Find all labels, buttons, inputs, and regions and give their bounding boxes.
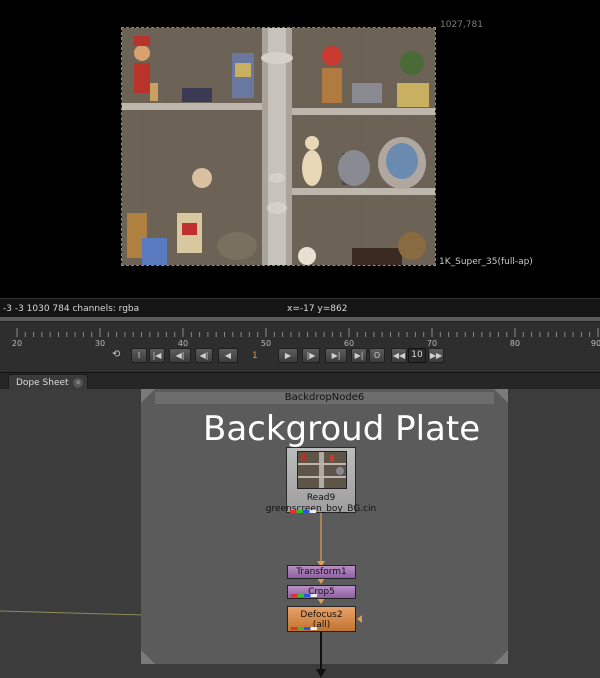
crop-channel-indicator (291, 594, 317, 597)
skip-back-icon: ◀◀ (392, 351, 406, 360)
skip-back-button[interactable]: ◀◀ (391, 348, 407, 363)
viewer-top-right-coordinate: 1027,781 (440, 20, 483, 30)
tick-label: 80 (509, 339, 521, 348)
play-forward-button[interactable]: ▶ (278, 348, 298, 363)
tick-label: 90 (590, 339, 600, 348)
tick-label: 60 (343, 339, 355, 348)
defocus-node-name: Defocus2 (300, 610, 343, 620)
first-frame-icon: |◀ (152, 351, 162, 360)
output-arrow (316, 669, 326, 678)
viewer-image-frame (121, 27, 436, 266)
viewer-info-bar: -3 -3 1030 784 channels: rgba x=-17 y=86… (0, 298, 600, 318)
frame-increment-field[interactable]: 10 (408, 348, 426, 363)
playback-controls: ⟲ I |◀ ◀| ◀| ◀ 1 ▶ |▶ ▶| ▶| O ◀◀ 10 ▶▶ (0, 348, 600, 368)
step-forward-icon: |▶ (306, 351, 316, 360)
crop-node[interactable]: Crop5 (287, 585, 356, 599)
tab-dope-sheet[interactable]: Dope Sheet ✕ (8, 374, 88, 390)
next-keyframe-button[interactable]: ▶| (325, 348, 347, 363)
tick-label: 40 (177, 339, 189, 348)
prev-keyframe-icon: ◀| (175, 351, 185, 360)
skip-forward-button[interactable]: ▶▶ (428, 348, 444, 363)
play-backward-icon: ◀ (224, 351, 232, 360)
node-connection-wires (316, 513, 362, 678)
close-tab-icon[interactable]: ✕ (73, 378, 83, 388)
prev-keyframe-button[interactable]: ◀| (169, 348, 191, 363)
bbox-channels-info: -3 -3 1030 784 channels: rgba (3, 304, 140, 314)
last-frame-button[interactable]: ▶| (351, 348, 367, 363)
tick-label: 50 (260, 339, 272, 348)
tick-label: 30 (94, 339, 106, 348)
out-point-label: O (373, 351, 381, 360)
tab-dope-sheet-label: Dope Sheet (16, 378, 69, 388)
shelf-image (122, 28, 435, 265)
read-node-name: Read9 (306, 493, 336, 503)
current-frame-field[interactable]: 1 (252, 351, 258, 361)
transform-node[interactable]: Transform1 (287, 565, 356, 579)
step-forward-button[interactable]: |▶ (302, 348, 320, 363)
in-point-label: I (137, 351, 141, 360)
last-frame-icon: ▶| (354, 351, 364, 360)
tick-label: 20 (11, 339, 23, 348)
skip-forward-icon: ▶▶ (429, 351, 443, 360)
panel-tab-bar: Dope Sheet ✕ (0, 372, 600, 390)
next-keyframe-icon: ▶| (331, 351, 341, 360)
viewer-panel[interactable]: 1027,781 1K_Super_35(full-ap) (0, 0, 600, 298)
set-in-point-button[interactable]: I (131, 348, 147, 363)
transform-node-name: Transform1 (296, 567, 347, 577)
tick-label: 70 (426, 339, 438, 348)
first-frame-button[interactable]: |◀ (149, 348, 165, 363)
node-graph-canvas[interactable]: BackdropNode6 Backgroud Plate Read9 gree… (0, 389, 600, 678)
read-node-thumbnail (297, 451, 347, 489)
timeline-ruler[interactable]: 20 30 40 50 60 70 80 90 (0, 322, 600, 348)
play-forward-icon: ▶ (284, 351, 292, 360)
set-out-point-button[interactable]: O (369, 348, 385, 363)
read-node-thumbnail-image (298, 452, 346, 488)
timeline-panel: 20 30 40 50 60 70 80 90 ⟲ I |◀ ◀| ◀| ◀ 1… (0, 322, 600, 372)
loop-mode-icon[interactable]: ⟲ (112, 349, 120, 360)
mask-input-arrow (357, 615, 362, 623)
defocus-node[interactable]: Defocus2 (all) (287, 606, 356, 632)
play-backward-button[interactable]: ◀ (218, 348, 238, 363)
read-node-file: greenscreen_boy_BG.cin (265, 504, 377, 514)
viewer-format-label: 1K_Super_35(full-ap) (439, 257, 533, 267)
read-channel-indicator (290, 510, 316, 513)
cursor-position-info: x=-17 y=862 (287, 304, 348, 314)
step-back-button[interactable]: ◀| (195, 348, 213, 363)
defocus-channel-indicator (291, 627, 317, 630)
step-back-icon: ◀| (199, 351, 209, 360)
